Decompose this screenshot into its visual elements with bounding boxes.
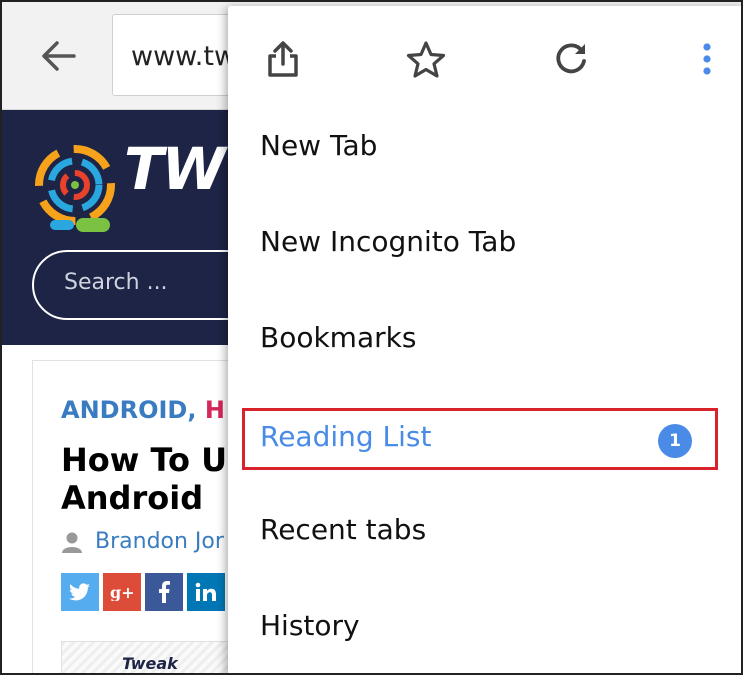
twitter-icon[interactable]: [61, 573, 99, 611]
back-button[interactable]: [32, 32, 84, 80]
menu-item-label: History: [260, 609, 360, 642]
more-options-button[interactable]: [680, 32, 734, 86]
social-share-bar: g+: [61, 573, 225, 611]
menu-item-bookmarks[interactable]: Bookmarks: [228, 294, 741, 390]
menu-item-label: New Incognito Tab: [260, 225, 517, 258]
overflow-menu: New Tab New Incognito Tab Bookmarks Read…: [228, 6, 741, 673]
menu-icon-row: [228, 6, 741, 106]
article-categories: ANDROID, H: [61, 396, 225, 424]
star-icon: [406, 41, 446, 78]
url-text: www.tw: [131, 41, 237, 72]
menu-item-label: Bookmarks: [260, 321, 417, 354]
reading-list-count-badge: 1: [658, 424, 692, 458]
author-link[interactable]: Brandon Jor: [95, 529, 224, 554]
menu-item-history[interactable]: History: [228, 582, 741, 673]
category-link-second[interactable]: H: [205, 396, 225, 424]
bookmark-star-button[interactable]: [399, 32, 453, 86]
more-vert-icon: [703, 43, 711, 75]
reload-button[interactable]: [544, 32, 598, 86]
site-logo-text: TW: [124, 135, 226, 203]
author-row: Brandon Jor: [61, 529, 224, 554]
refresh-icon: [556, 43, 586, 74]
linkedin-icon[interactable]: [187, 573, 225, 611]
share-icon: [268, 41, 298, 77]
site-logo-icon[interactable]: [30, 130, 120, 240]
arrow-left-icon: [42, 41, 76, 71]
menu-item-label: New Tab: [260, 129, 378, 162]
menu-item-new-tab[interactable]: New Tab: [228, 102, 741, 198]
facebook-icon[interactable]: [145, 573, 183, 611]
browser-frame: www.tw TW ANDROID, H How To U Android B: [0, 0, 743, 675]
menu-item-recent-tabs[interactable]: Recent tabs: [228, 486, 741, 582]
menu-item-label: Reading List: [260, 420, 432, 453]
menu-item-new-incognito-tab[interactable]: New Incognito Tab: [228, 198, 741, 294]
share-button[interactable]: [256, 32, 310, 86]
category-link-android[interactable]: ANDROID: [61, 396, 187, 424]
category-separator: ,: [187, 396, 197, 424]
svg-text:g+: g+: [110, 583, 135, 601]
menu-item-label: Recent tabs: [260, 513, 427, 546]
google-plus-icon[interactable]: g+: [103, 573, 141, 611]
user-icon: [62, 532, 82, 553]
thumbnail-logo-text: Tweak: [122, 654, 178, 673]
